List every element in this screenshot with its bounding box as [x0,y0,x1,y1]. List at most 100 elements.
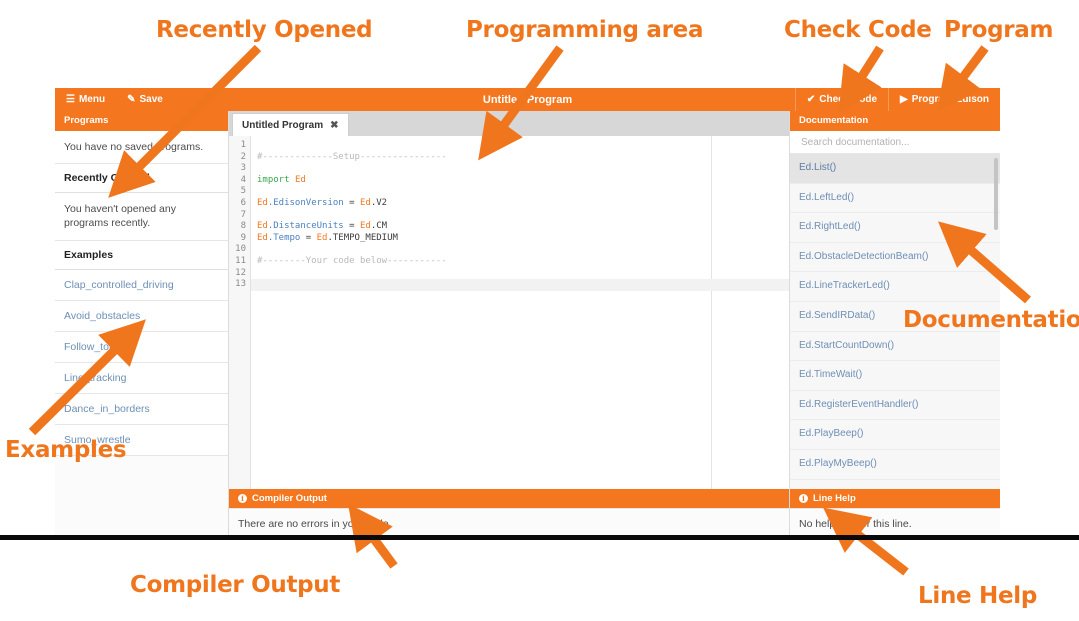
line-number: 8 [240,221,246,232]
doc-item-2[interactable]: Ed.RightLed() [790,213,1000,243]
check-icon: ✔ [806,94,816,105]
example-item-3[interactable]: Line_tracking [55,362,228,394]
line-number: 5 [240,186,246,197]
recently-opened-note: You haven't opened any programs recently… [55,193,228,241]
line-number: 10 [235,244,246,255]
code-token: .CM [370,221,388,232]
code-token: .EdisonVersion [267,197,350,208]
code-lines: #-------------Setup---------------- impo… [257,140,789,291]
code-token: = [305,232,317,243]
annotation-compiler-output: Compiler Output [130,572,341,598]
code-token: Ed [294,174,306,185]
example-item-4[interactable]: Dance_in_borders [55,393,228,425]
line-number: 9 [240,232,246,243]
menu-button-label: Menu [78,94,106,105]
documentation-scrollbar[interactable] [994,158,998,230]
compiler-output-message: There are no errors in your code. [229,508,789,538]
code-token: Ed [257,232,268,243]
line-help-title: Line Help [813,493,856,504]
programs-sidebar: Programs You have no saved programs. Rec… [55,111,229,538]
editor-tab[interactable]: Untitled Program ✖ [232,113,349,136]
doc-item-6[interactable]: Ed.StartCountDown() [790,332,1000,362]
close-icon[interactable]: ✖ [330,120,338,131]
doc-item-0[interactable]: Ed.List() [790,154,1000,184]
info-icon: i [799,494,808,503]
print-margin-guide [711,136,712,489]
code-token: Ed [359,221,371,232]
pencil-icon: ✎ [127,94,136,105]
code-content[interactable]: #-------------Setup---------------- impo… [251,136,789,489]
code-token: Ed [257,221,268,232]
line-number: 2 [240,151,246,162]
line-help-message: No help text for this line. [790,508,1000,538]
code-line: Ed.EdisonVersion = Ed.V2 [257,198,789,210]
documentation-search[interactable] [790,131,1000,154]
save-button[interactable]: ✎ Save [116,88,174,111]
code-token: .DistanceUnits [267,221,350,232]
example-item-0[interactable]: Clap_controlled_driving [55,269,228,301]
doc-item-4[interactable]: Ed.LineTrackerLed() [790,272,1000,302]
code-token: Ed [316,232,328,243]
search-input[interactable] [799,135,991,149]
example-item-2[interactable]: Follow_torch [55,331,228,363]
hamburger-icon: ☰ [66,94,75,105]
code-line: #--------Your code below----------- [257,256,789,268]
line-number: 6 [240,197,246,208]
workspace: Programs You have no saved programs. Rec… [55,111,1000,538]
programs-list: You have no saved programs. Recently Ope… [55,131,228,538]
doc-item-7[interactable]: Ed.TimeWait() [790,361,1000,391]
code-token: Ed [359,197,371,208]
line-number: 3 [240,163,246,174]
info-icon: i [238,494,247,503]
line-help-header: i Line Help [790,489,1000,508]
annotation-documentation: Documentation [903,307,1079,333]
toolbar-actions: ✔ Check Code ▶ Program Edison [794,88,1000,111]
doc-item-8[interactable]: Ed.RegisterEventHandler() [790,391,1000,421]
save-button-label: Save [139,94,163,105]
documentation-header: Documentation [790,111,1000,131]
doc-item-1[interactable]: Ed.LeftLed() [790,184,1000,214]
saved-programs-note: You have no saved programs. [55,131,228,165]
code-token: .TEMPO_MEDIUM [327,232,398,243]
doc-item-9[interactable]: Ed.PlayBeep() [790,420,1000,450]
doc-item-3[interactable]: Ed.ObstacleDetectionBeam() [790,243,1000,273]
top-toolbar: ☰ Menu ✎ Save Untitled Program ✔ Check C… [55,88,1000,111]
annotation-line-help: Line Help [918,583,1038,609]
play-icon: ▶ [900,94,908,105]
window-bottom-rule [0,535,1079,540]
code-line: Ed.Tempo = Ed.TEMPO_MEDIUM [257,233,789,245]
compiler-output-title: Compiler Output [252,493,327,504]
code-editor[interactable]: 1 2 3 4 5 6 7 8 9 10 11 12 13 #--------- [229,136,789,489]
check-code-button[interactable]: ✔ Check Code [796,88,888,111]
example-item-1[interactable]: Avoid_obstacles [55,300,228,332]
line-number: 11 [235,255,246,266]
menu-button[interactable]: ☰ Menu [55,88,116,111]
edison-editor-window: ☰ Menu ✎ Save Untitled Program ✔ Check C… [55,88,1000,538]
program-edison-button[interactable]: ▶ Program Edison [889,88,1000,111]
code-token: = [349,221,360,232]
annotation-examples: Examples [5,437,127,463]
examples-heading: Examples [55,240,228,270]
line-number: 13 [235,279,246,290]
program-edison-label: Program Edison [911,94,989,105]
code-line: import Ed [257,175,789,187]
doc-item-10[interactable]: Ed.PlayMyBeep() [790,450,1000,480]
annotation-program: Program [944,17,1054,43]
code-line: #-------------Setup---------------- [257,152,789,164]
annotation-programming-area: Programming area [466,17,704,43]
line-number: 12 [235,267,246,278]
recently-opened-heading: Recently Opened [55,164,228,194]
code-token: #-------------Setup---------------- [257,151,447,162]
code-token: = [349,197,360,208]
code-token: import [257,174,295,185]
line-number-gutter: 1 2 3 4 5 6 7 8 9 10 11 12 13 [229,136,251,489]
editor-tab-label: Untitled Program [242,119,324,131]
check-code-label: Check Code [819,94,878,105]
code-line: Ed.DistanceUnits = Ed.CM [257,221,789,233]
